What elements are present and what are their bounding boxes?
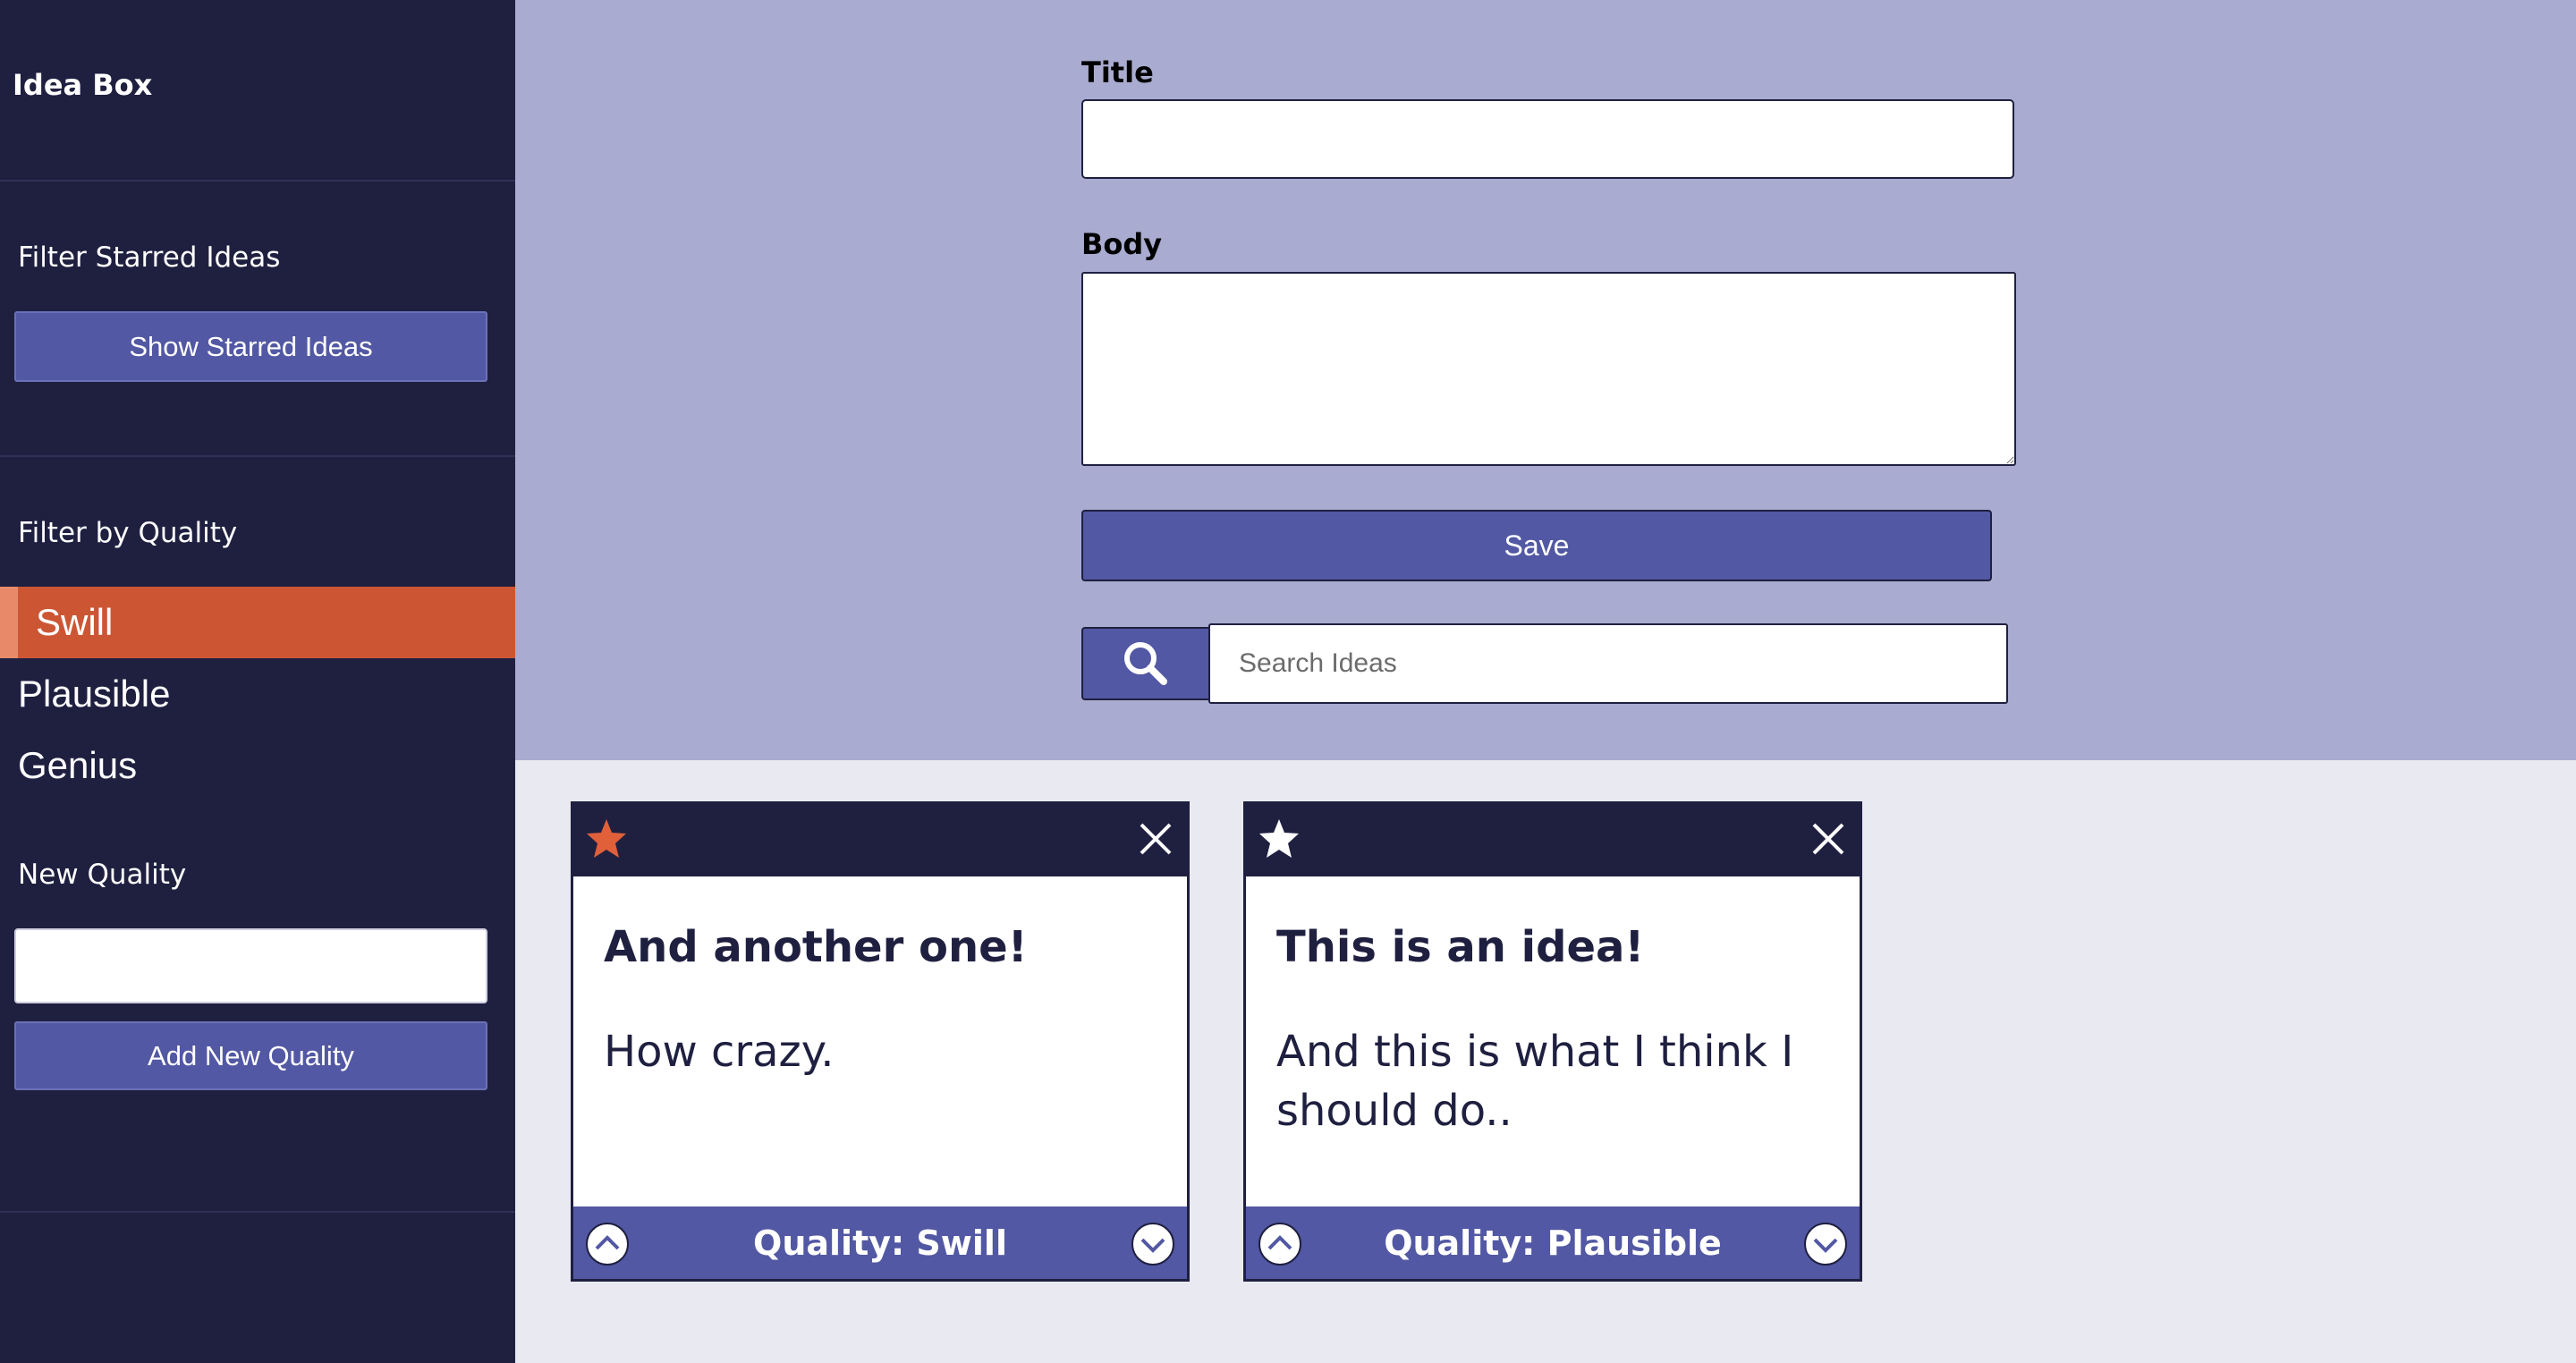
idea-card: This is an idea! And this is what I thin… — [1243, 801, 1862, 1282]
card-footer: Quality: Plausible — [1246, 1206, 1860, 1279]
upvote-icon[interactable] — [584, 1221, 631, 1267]
new-quality-label: New Quality — [18, 859, 187, 891]
close-icon[interactable] — [1809, 820, 1847, 858]
downvote-icon[interactable] — [1802, 1221, 1849, 1267]
card-header — [1246, 804, 1860, 876]
search-input[interactable] — [1208, 623, 2008, 704]
close-icon[interactable] — [1137, 820, 1174, 858]
card-footer: Quality: Swill — [573, 1206, 1187, 1279]
card-body[interactable]: How crazy. — [604, 1022, 1158, 1081]
divider — [0, 1211, 515, 1213]
filter-quality-label: Filter by Quality — [18, 517, 238, 549]
quality-item-plausible[interactable]: Plausible — [0, 658, 515, 730]
star-outline-icon[interactable] — [1257, 817, 1301, 861]
sidebar: Idea Box Filter Starred Ideas Show Starr… — [0, 0, 515, 1363]
filter-starred-label: Filter Starred Ideas — [18, 241, 281, 274]
app-title: Idea Box — [13, 68, 153, 102]
divider — [0, 455, 515, 457]
card-title[interactable]: This is an idea! — [1276, 922, 1644, 972]
search-button[interactable] — [1081, 627, 1210, 700]
title-label: Title — [1081, 55, 1154, 89]
body-label: Body — [1081, 227, 1163, 261]
divider — [0, 180, 515, 182]
quality-item-genius[interactable]: Genius — [0, 730, 515, 801]
star-filled-icon[interactable] — [584, 817, 629, 861]
card-quality: Quality: Plausible — [1384, 1223, 1722, 1263]
idea-card: And another one! How crazy. Quality: Swi… — [571, 801, 1190, 1282]
card-quality: Quality: Swill — [753, 1223, 1007, 1263]
card-title[interactable]: And another one! — [604, 922, 1028, 972]
add-quality-button[interactable]: Add New Quality — [14, 1021, 487, 1090]
body-input[interactable] — [1081, 272, 2016, 466]
quality-item-swill[interactable]: Swill — [0, 587, 515, 658]
upvote-icon[interactable] — [1257, 1221, 1303, 1267]
card-body[interactable]: And this is what I think I should do.. — [1276, 1022, 1831, 1140]
save-button[interactable]: Save — [1081, 510, 1992, 581]
card-header — [573, 804, 1187, 876]
search-icon — [1124, 642, 1167, 685]
downvote-icon[interactable] — [1130, 1221, 1176, 1267]
new-quality-input[interactable] — [14, 928, 487, 1003]
title-input[interactable] — [1081, 99, 2014, 179]
show-starred-button[interactable]: Show Starred Ideas — [14, 311, 487, 382]
